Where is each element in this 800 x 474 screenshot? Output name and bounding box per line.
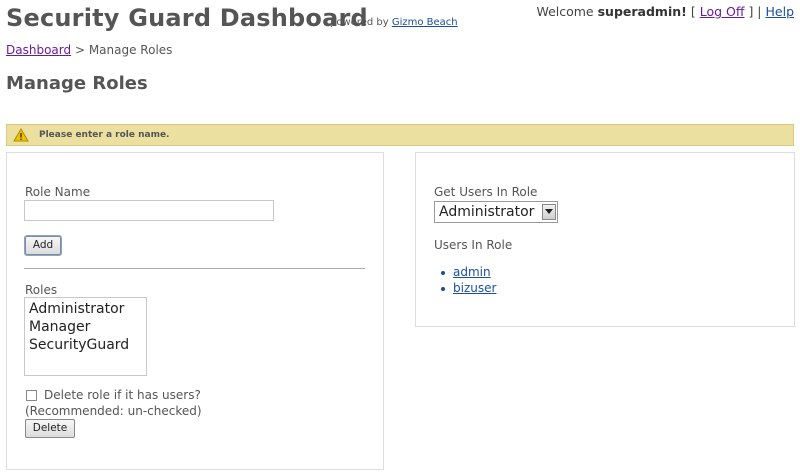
breadcrumb-dashboard[interactable]: Dashboard [6,43,71,57]
role-option[interactable]: SecurityGuard [29,336,142,354]
warning-message: Please enter a role name. [39,130,170,140]
list-item: admin [441,265,496,281]
divider [24,268,365,269]
role-name-input[interactable] [24,200,274,221]
user-link[interactable]: bizuser [453,281,496,295]
roles-listbox[interactable]: Administrator Manager SecurityGuard [24,297,147,376]
powered-by-text: powered by [330,17,389,28]
manage-roles-panel: Role Name Add Roles Administrator Manage… [6,152,384,470]
role-select[interactable]: Administrator [434,201,558,223]
welcome-bar: Welcome superadmin! [ Log Off ] | Help [536,4,794,19]
role-name-label: Role Name [25,185,91,199]
recommendation-note: (Recommended: un-checked) [25,404,202,418]
powered-by: powered by Gizmo Beach [330,17,458,28]
list-item: bizuser [441,281,496,297]
role-option[interactable]: Administrator [29,300,142,318]
role-select-value: Administrator [439,204,535,220]
warning-icon [13,128,29,142]
delete-role-button[interactable]: Delete [25,419,75,438]
delete-if-has-users-checkbox[interactable] [26,390,37,401]
users-in-role-panel: Get Users In Role Administrator Users In… [415,152,795,327]
app-title: Security Guard Dashboard [6,4,368,32]
users-in-role-label: Users In Role [434,238,513,252]
role-option[interactable]: Manager [29,318,142,336]
bracket-close: ] | [748,4,762,19]
get-users-label: Get Users In Role [434,185,538,199]
username: superadmin! [597,4,687,19]
logoff-link[interactable]: Log Off [700,4,745,19]
help-link[interactable]: Help [766,4,795,19]
gizmo-beach-link[interactable]: Gizmo Beach [392,17,458,28]
breadcrumb-current: Manage Roles [88,43,173,57]
bracket-open: [ [690,4,696,19]
warning-banner: Please enter a role name. [6,124,794,146]
add-role-button[interactable]: Add [25,236,61,255]
welcome-text: Welcome [536,4,594,19]
bullet-icon [441,271,445,275]
breadcrumb-separator: > [74,43,85,57]
delete-checkbox-label: Delete role if it has users? [44,388,201,402]
roles-label: Roles [25,283,58,297]
page-title: Manage Roles [6,73,148,94]
user-link[interactable]: admin [453,265,491,279]
users-list: admin bizuser [441,265,496,297]
bullet-icon [441,286,445,291]
dropdown-arrow-icon[interactable] [542,204,556,220]
breadcrumb: Dashboard > Manage Roles [6,43,172,57]
